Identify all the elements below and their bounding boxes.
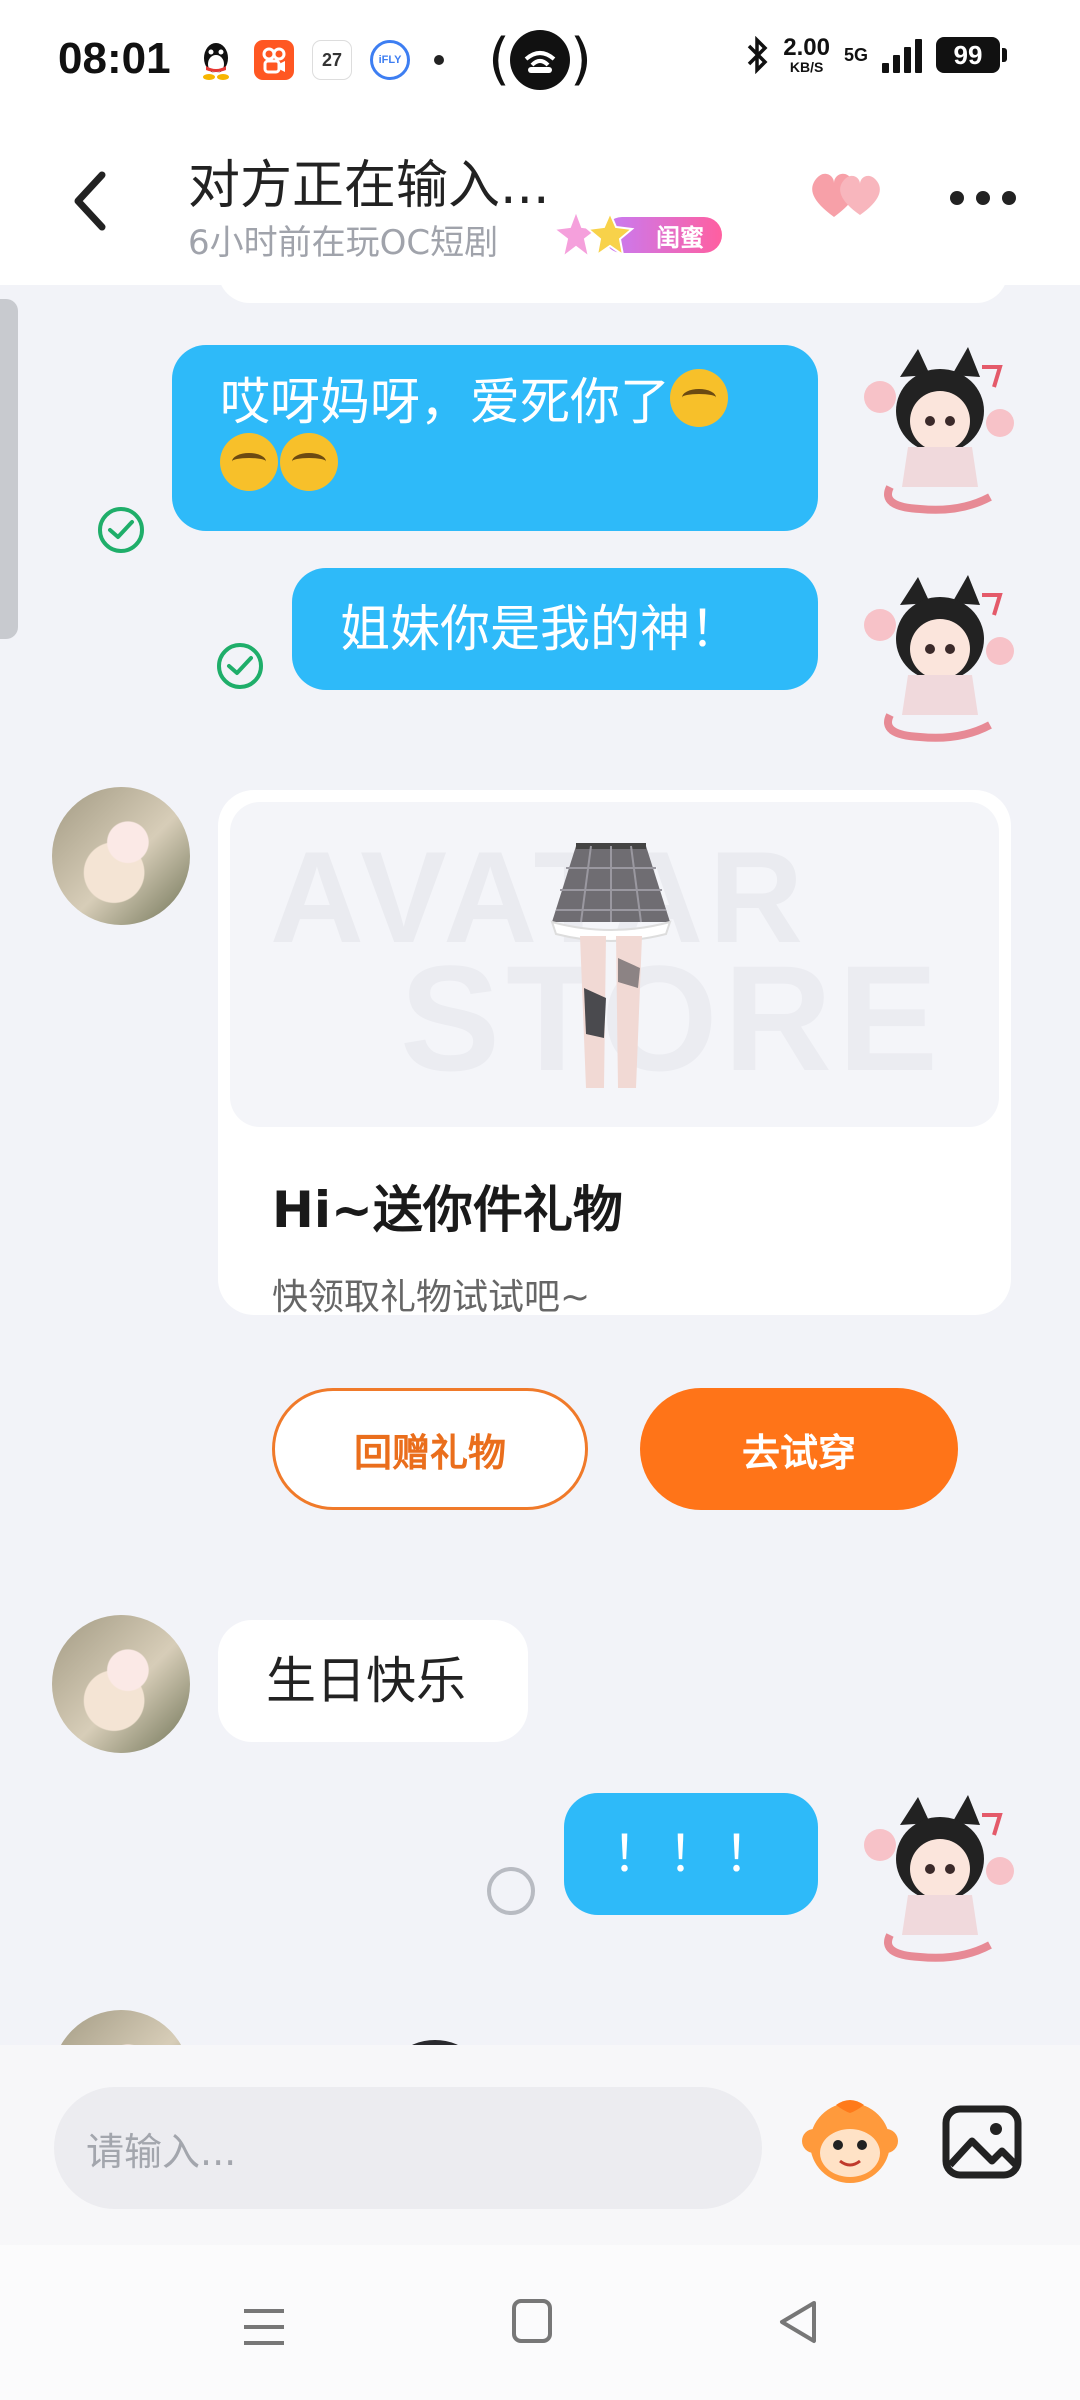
my-avatar[interactable] [860, 1785, 1020, 1965]
more-options-button[interactable] [950, 183, 1020, 213]
status-right: 2.00 KB/S 5G 99 [745, 34, 1007, 75]
friend-avatar[interactable] [52, 1615, 190, 1753]
status-bar: 08:01 27 iFLY ( ) 2.00 KB/S 5G 99 [0, 0, 1080, 125]
qq-icon [196, 40, 236, 80]
message-text: 哎呀妈呀，爱死你了 [220, 373, 670, 431]
back-arrow-icon [74, 171, 106, 231]
friend-avatar[interactable] [52, 787, 190, 925]
more-notifications-dot [434, 55, 444, 65]
network-type: 5G [843, 45, 868, 65]
message-bubble-sent[interactable]: ！！！ [564, 1793, 818, 1915]
sending-status-icon [487, 1867, 535, 1915]
bestie-badge: 闺蜜 [552, 208, 726, 260]
chat-subtitle: 6小时前在玩OC短剧 [188, 223, 499, 263]
home-button[interactable] [512, 2299, 552, 2343]
menu-lines-icon [244, 2309, 284, 2345]
scroll-indicator[interactable] [0, 299, 18, 639]
try-on-button[interactable]: 去试穿 [640, 1388, 958, 1510]
sticker-button[interactable] [800, 2091, 900, 2191]
hotspot-icon [510, 30, 570, 90]
message-text: ！！！ [612, 1825, 780, 1883]
recent-apps-button[interactable] [242, 2307, 286, 2347]
message-text: 姐妹你是我的神！ [340, 600, 740, 658]
my-avatar[interactable] [860, 337, 1020, 517]
ifly-label: iFLY [378, 54, 402, 66]
signal-icon [882, 37, 922, 73]
monkey-face-icon [802, 2100, 898, 2183]
message-bubble-sent[interactable]: 姐妹你是我的神！ [292, 568, 818, 690]
upside-down-face-emoji [220, 433, 278, 491]
message-text: 生日快乐 [266, 1652, 466, 1710]
image-picker-button[interactable] [940, 2099, 1026, 2185]
chat-header: 对方正在输入... 6小时前在玩OC短剧 闺蜜 [0, 125, 1080, 285]
upside-down-face-emoji [280, 433, 338, 491]
read-check-icon [98, 507, 144, 553]
kuaishou-icon [254, 40, 294, 80]
message-bubble-sent[interactable]: 哎呀妈呀，爱死你了 [172, 345, 818, 531]
my-avatar[interactable] [860, 565, 1020, 745]
ifly-icon: iFLY [370, 40, 410, 80]
previous-message-tail [218, 285, 1008, 303]
message-input[interactable]: 请输入... [54, 2087, 762, 2209]
net-speed-value: 2.00 [783, 34, 830, 61]
image-icon [942, 2105, 1022, 2179]
message-bubble-received[interactable]: 生日快乐 [218, 1620, 528, 1742]
skirt-outfit-image [550, 843, 672, 1088]
gift-card-title: Hi~送你件礼物 [272, 1181, 623, 1239]
stars-icon [552, 208, 635, 260]
friend-avatar[interactable] [52, 2010, 190, 2045]
return-gift-button[interactable]: 回赠礼物 [272, 1388, 588, 1510]
system-nav-bar [0, 2245, 1080, 2400]
system-back-button[interactable] [776, 2299, 820, 2345]
input-bar: 请输入... [0, 2045, 1080, 2245]
gift-image: AVATAR STORE [230, 802, 999, 1127]
intimacy-hearts-icon[interactable] [806, 165, 888, 225]
net-speed-unit: KB/S [789, 59, 824, 75]
status-app-icons: 27 iFLY [196, 40, 444, 80]
bluetooth-icon [748, 36, 768, 74]
calendar-icon: 27 [312, 40, 352, 80]
gift-card-description: 快领取礼物试试吧~ [272, 1277, 591, 1318]
status-time: 08:01 [58, 34, 171, 83]
net-speed: 2.00 KB/S [783, 34, 830, 75]
back-triangle-icon [780, 2301, 816, 2343]
calendar-day: 27 [321, 49, 343, 70]
back-button[interactable] [62, 163, 122, 239]
battery-indicator: 99 [936, 37, 1007, 73]
chat-messages[interactable]: 哎呀妈呀，爱死你了 姐妹你是我的神！ AVATAR STORE Hi~送你件礼物… [0, 285, 1080, 2045]
upside-down-face-emoji [670, 369, 728, 427]
chat-title: 对方正在输入... [188, 156, 550, 216]
read-check-icon [217, 643, 263, 689]
hotspot-indicator: ( ) [488, 27, 592, 92]
